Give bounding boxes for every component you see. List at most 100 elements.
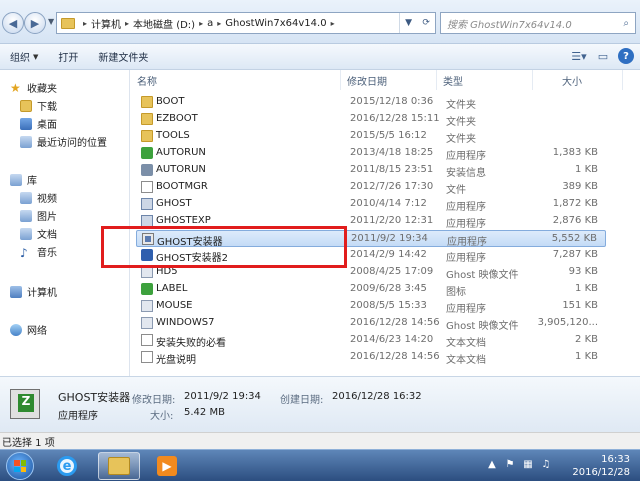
column-header-name[interactable]: 名称 bbox=[131, 70, 341, 90]
forward-button[interactable]: ▶ bbox=[24, 12, 46, 34]
help-icon[interactable]: ? bbox=[618, 48, 634, 64]
organize-button[interactable]: 组织 ▼ bbox=[10, 49, 38, 65]
desktop-icon bbox=[20, 117, 32, 130]
file-type: 应用程序 bbox=[447, 237, 487, 248]
ghost-app-icon bbox=[141, 198, 153, 210]
file-name: 光盘说明 bbox=[156, 355, 196, 366]
file-row[interactable]: EZBOOT 2016/12/28 15:11 文件夹 bbox=[136, 111, 606, 128]
open-button[interactable]: 打开 bbox=[58, 49, 78, 64]
start-button[interactable] bbox=[6, 452, 34, 480]
music-icon: ♪ bbox=[20, 245, 28, 260]
file-name: TOOLS bbox=[156, 130, 190, 141]
volume-icon[interactable]: ♫ bbox=[540, 459, 552, 471]
file-row[interactable]: 光盘说明 2016/12/28 14:56 文本文档 1 KB bbox=[136, 349, 606, 366]
chevron-down-icon[interactable]: ▼ bbox=[405, 18, 412, 28]
file-type: Ghost 映像文件 bbox=[446, 321, 519, 332]
file-size: 1 KB bbox=[575, 164, 598, 175]
nav-desktop[interactable]: 桌面 bbox=[20, 116, 57, 131]
pictures-icon bbox=[20, 209, 32, 222]
file-row[interactable]: AUTORUN 2013/4/18 18:25 应用程序 1,383 KB bbox=[136, 145, 606, 162]
breadcrumb-chevron-icon[interactable]: ▸ bbox=[125, 19, 129, 28]
column-header-type[interactable]: 类型 bbox=[437, 70, 533, 90]
breadcrumb-ghostwin[interactable]: GhostWin7x64v14.0 bbox=[225, 18, 326, 29]
view-options-icon[interactable]: ☰▾ bbox=[570, 47, 588, 65]
file-name: GHOSTEXP bbox=[156, 215, 211, 226]
file-size: 93 KB bbox=[568, 266, 598, 277]
nav-documents[interactable]: 文档 bbox=[20, 226, 57, 241]
breadcrumb-computer[interactable]: 计算机 bbox=[91, 16, 121, 31]
breadcrumb-chevron-icon[interactable]: ▸ bbox=[199, 19, 203, 28]
file-row[interactable]: TOOLS 2015/5/5 16:12 文件夹 bbox=[136, 128, 606, 145]
file-modified-date: 2012/7/26 17:30 bbox=[350, 181, 434, 192]
file-row[interactable]: BOOTMGR 2012/7/26 17:30 文件 389 KB bbox=[136, 179, 606, 196]
network-tray-icon[interactable]: ▦ bbox=[522, 459, 534, 471]
nav-label: 最近访问的位置 bbox=[37, 138, 107, 149]
taskbar-ie-button[interactable]: e bbox=[46, 452, 88, 480]
file-name: BOOT bbox=[156, 96, 185, 107]
file-type: 文本文档 bbox=[446, 355, 486, 366]
file-modified-date: 2014/6/23 14:20 bbox=[350, 334, 434, 345]
folder-icon bbox=[61, 17, 75, 29]
nav-music[interactable]: ♪ 音乐 bbox=[20, 244, 57, 260]
file-row[interactable]: GHOST 2010/4/14 7:12 应用程序 1,872 KB bbox=[136, 196, 606, 213]
file-type: Ghost 映像文件 bbox=[446, 270, 519, 281]
file-row[interactable]: LABEL 2009/6/28 3:45 图标 1 KB bbox=[136, 281, 606, 298]
action-center-icon[interactable]: ⚑ bbox=[504, 459, 516, 471]
refresh-icon[interactable]: ⟳ bbox=[422, 18, 430, 28]
nav-label: 音乐 bbox=[37, 248, 57, 259]
nav-recent-places[interactable]: 最近访问的位置 bbox=[20, 134, 107, 149]
arrow-left-icon: ◀ bbox=[8, 16, 18, 30]
new-folder-button[interactable]: 新建文件夹 bbox=[98, 49, 148, 64]
recent-pages-dropdown[interactable]: ▼ bbox=[48, 17, 54, 26]
address-box[interactable]: ▸ 计算机 ▸ 本地磁盘 (D:) ▸ a ▸ GhostWin7x64v14.… bbox=[56, 12, 436, 34]
file-row[interactable]: MOUSE 2008/5/5 15:33 应用程序 151 KB bbox=[136, 298, 606, 315]
file-modified-date: 2013/4/18 18:25 bbox=[350, 147, 434, 158]
search-input[interactable]: 搜索 GhostWin7x64v14.0 ⌕ bbox=[440, 12, 636, 34]
open-label: 打开 bbox=[58, 53, 79, 64]
nav-downloads[interactable]: 下载 bbox=[20, 98, 57, 113]
breadcrumb-chevron-icon[interactable]: ▸ bbox=[217, 19, 221, 28]
computer-icon bbox=[10, 285, 22, 298]
file-type: 应用程序 bbox=[446, 219, 486, 230]
file-size: 3,905,120... bbox=[537, 317, 598, 328]
file-modified-date: 2016/12/28 14:56 bbox=[350, 317, 440, 328]
back-button[interactable]: ◀ bbox=[2, 12, 24, 34]
file-modified-date: 2011/9/2 19:34 bbox=[351, 233, 428, 244]
column-header-label: 大小 bbox=[562, 76, 582, 88]
tray-expand-icon[interactable]: ▲ bbox=[486, 459, 498, 471]
preview-pane-icon[interactable]: ▭ bbox=[594, 47, 612, 65]
search-icon[interactable]: ⌕ bbox=[623, 18, 629, 29]
file-row[interactable]: WINDOWS7 2016/12/28 14:56 Ghost 映像文件 3,905,… bbox=[136, 315, 606, 332]
nav-videos[interactable]: 视频 bbox=[20, 190, 57, 205]
taskbar-media-player-button[interactable]: ▶ bbox=[146, 452, 188, 480]
file-row[interactable]: 安装失败的必看 2014/6/23 14:20 文本文档 2 KB bbox=[136, 332, 606, 349]
details-file-type: 应用程序 bbox=[58, 411, 98, 422]
taskbar-clock[interactable]: 16:33 2016/12/28 bbox=[572, 453, 630, 479]
nav-pictures[interactable]: 图片 bbox=[20, 208, 57, 223]
file-row[interactable]: AUTORUN 2011/8/15 23:51 安装信息 1 KB bbox=[136, 162, 606, 179]
breadcrumb-a[interactable]: a bbox=[207, 18, 213, 29]
breadcrumb-drive-d[interactable]: 本地磁盘 (D:) bbox=[133, 16, 195, 31]
file-row[interactable]: BOOT 2015/12/18 0:36 文件夹 bbox=[136, 94, 606, 111]
toolbar-right-group: ☰▾ ▭ ? bbox=[570, 47, 634, 65]
breadcrumb-chevron-icon[interactable]: ▸ bbox=[83, 19, 87, 28]
nav-network[interactable]: 网络 bbox=[10, 322, 47, 337]
column-header-date[interactable]: 修改日期 bbox=[341, 70, 437, 90]
application-icon bbox=[141, 317, 153, 329]
nav-libraries[interactable]: 库 bbox=[10, 172, 37, 187]
nav-favorites[interactable]: ★ 收藏夹 bbox=[10, 80, 57, 96]
file-name: 安装失败的必看 bbox=[156, 338, 226, 349]
address-controls: ▼ ⟳ bbox=[399, 13, 435, 33]
folder-icon bbox=[141, 130, 153, 142]
nav-label: 图片 bbox=[37, 212, 57, 223]
breadcrumb-chevron-icon[interactable]: ▸ bbox=[331, 19, 335, 28]
application-icon bbox=[141, 300, 153, 312]
status-text: 已选择 1 项 bbox=[2, 437, 55, 449]
taskbar-explorer-button[interactable] bbox=[98, 452, 140, 480]
column-header-size[interactable]: 大小 bbox=[533, 70, 623, 90]
nav-computer[interactable]: 计算机 bbox=[10, 284, 57, 299]
file-type: 安装信息 bbox=[446, 168, 486, 179]
highlight-annotation-box bbox=[101, 226, 347, 268]
file-modified-date: 2011/8/15 23:51 bbox=[350, 164, 434, 175]
ghost-installer-icon bbox=[10, 389, 40, 419]
